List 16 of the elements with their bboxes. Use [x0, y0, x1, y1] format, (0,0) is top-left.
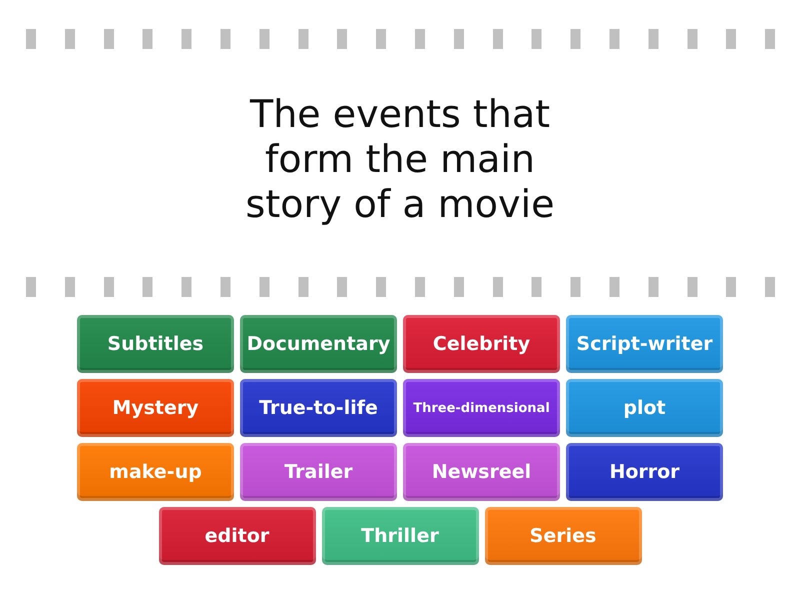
question-text: The events that form the main story of a movie [244, 92, 556, 227]
word-tile[interactable]: Mystery [77, 379, 234, 437]
word-tile[interactable]: editor [158, 507, 316, 565]
word-tile[interactable]: True-to-life [240, 379, 397, 437]
word-tile[interactable]: Thriller [322, 507, 478, 565]
word-tile[interactable]: make-up [77, 443, 234, 501]
word-tile[interactable]: Documentary [240, 315, 397, 373]
word-tile[interactable]: Three-dimensional [403, 379, 560, 437]
word-tile[interactable]: Series [484, 507, 642, 565]
word-tile[interactable]: plot [566, 379, 723, 437]
word-tile[interactable]: Trailer [240, 443, 397, 501]
word-tile[interactable]: Horror [566, 443, 723, 501]
word-tile[interactable]: Celebrity [403, 315, 560, 373]
word-tile[interactable]: Subtitles [77, 315, 234, 373]
word-tile[interactable]: Newsreel [403, 443, 560, 501]
word-tile[interactable]: Script-writer [566, 315, 723, 373]
